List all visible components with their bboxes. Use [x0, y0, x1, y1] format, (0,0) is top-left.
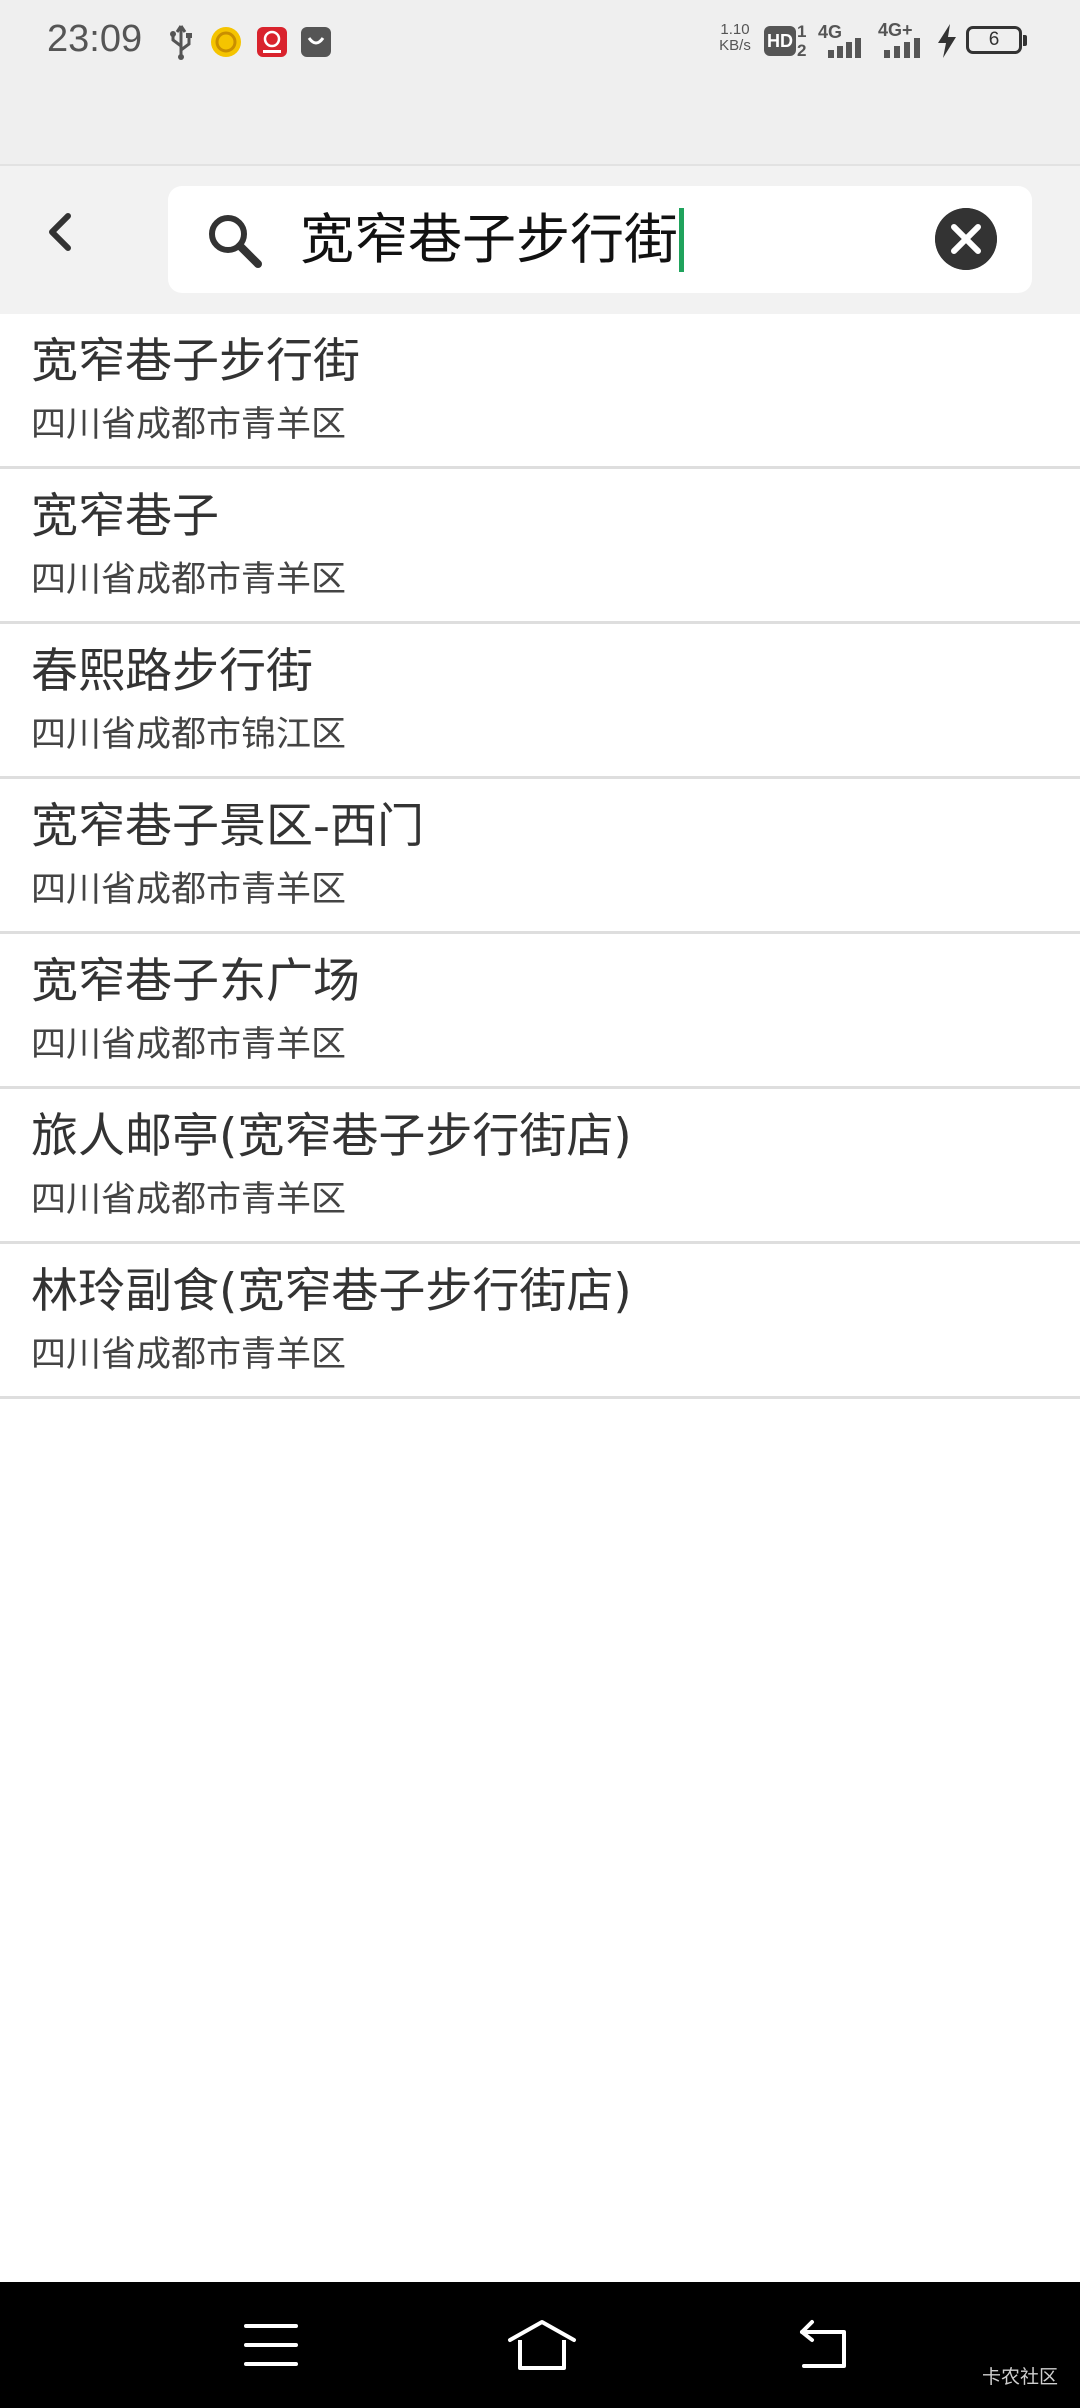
- usb-icon: [170, 25, 192, 60]
- text-caret: [679, 208, 684, 272]
- result-subtitle: 四川省成都市青羊区: [31, 870, 347, 910]
- result-title: 林玲副食(宽窄巷子步行街店): [31, 1264, 632, 1319]
- sim1-label: 1: [797, 22, 807, 41]
- list-item[interactable]: 宽窄巷子步行街 四川省成都市青羊区: [0, 314, 1080, 469]
- net-speed-unit: KB/s: [719, 37, 751, 54]
- status-bar: 23:09 1.10 KB/s HD 1 2 4G 4G+ 6: [0, 0, 1080, 82]
- result-subtitle: 四川省成都市青羊区: [31, 560, 347, 600]
- net-speed: 1.10 KB/s: [713, 22, 757, 54]
- system-nav-bar: [0, 2282, 1080, 2408]
- result-subtitle: 四川省成都市青羊区: [31, 1180, 347, 1220]
- charging-icon: [938, 24, 956, 58]
- watermark: 卡农社区: [981, 2366, 1058, 2388]
- hd-badge: HD: [764, 26, 796, 56]
- search-query-text: 宽窄巷子步行街: [300, 208, 678, 271]
- signal-icon-2: [884, 38, 920, 58]
- header-spacer: [0, 82, 1080, 166]
- list-item[interactable]: 宽窄巷子东广场 四川省成都市青羊区: [0, 934, 1080, 1089]
- sim-slots: 1 2: [797, 22, 806, 60]
- result-title: 宽窄巷子东广场: [31, 954, 360, 1009]
- red-app-icon: [257, 27, 287, 57]
- list-item[interactable]: 春熙路步行街 四川省成都市锦江区: [0, 624, 1080, 779]
- result-subtitle: 四川省成都市锦江区: [31, 715, 347, 755]
- coin-app-icon: [211, 27, 241, 57]
- result-subtitle: 四川省成都市青羊区: [31, 1335, 347, 1375]
- signal-icon: [828, 38, 861, 58]
- result-title: 宽窄巷子步行街: [31, 334, 360, 389]
- back-button[interactable]: [30, 202, 90, 262]
- result-title: 宽窄巷子: [31, 489, 219, 544]
- result-title: 春熙路步行街: [31, 644, 313, 699]
- result-subtitle: 四川省成都市青羊区: [31, 1025, 347, 1065]
- clear-search-button[interactable]: [935, 208, 997, 270]
- result-title: 宽窄巷子景区-西门: [31, 799, 424, 854]
- back-nav-icon[interactable]: [788, 2310, 858, 2380]
- result-title: 旅人邮亭(宽窄巷子步行街店): [31, 1109, 632, 1164]
- search-results-list: 宽窄巷子步行街 四川省成都市青羊区 宽窄巷子 四川省成都市青羊区 春熙路步行街 …: [0, 314, 1080, 1399]
- shopping-bag-icon: [301, 27, 331, 57]
- menu-icon[interactable]: [236, 2310, 306, 2380]
- list-item[interactable]: 宽窄巷子景区-西门 四川省成都市青羊区: [0, 779, 1080, 934]
- net-speed-value: 1.10: [720, 21, 750, 38]
- search-icon: [209, 215, 262, 268]
- home-icon[interactable]: [504, 2310, 580, 2380]
- result-subtitle: 四川省成都市青羊区: [31, 405, 347, 445]
- status-time: 23:09: [47, 18, 143, 60]
- list-item[interactable]: 林玲副食(宽窄巷子步行街店) 四川省成都市青羊区: [0, 1244, 1080, 1399]
- sim2-label: 2: [797, 41, 807, 60]
- battery-indicator: 6: [966, 26, 1027, 54]
- list-item[interactable]: 旅人邮亭(宽窄巷子步行街店) 四川省成都市青羊区: [0, 1089, 1080, 1244]
- search-box[interactable]: 宽窄巷子步行街: [168, 186, 1032, 293]
- list-item[interactable]: 宽窄巷子 四川省成都市青羊区: [0, 469, 1080, 624]
- search-toolbar: 宽窄巷子步行街: [0, 166, 1080, 314]
- search-input[interactable]: 宽窄巷子步行街: [300, 206, 684, 274]
